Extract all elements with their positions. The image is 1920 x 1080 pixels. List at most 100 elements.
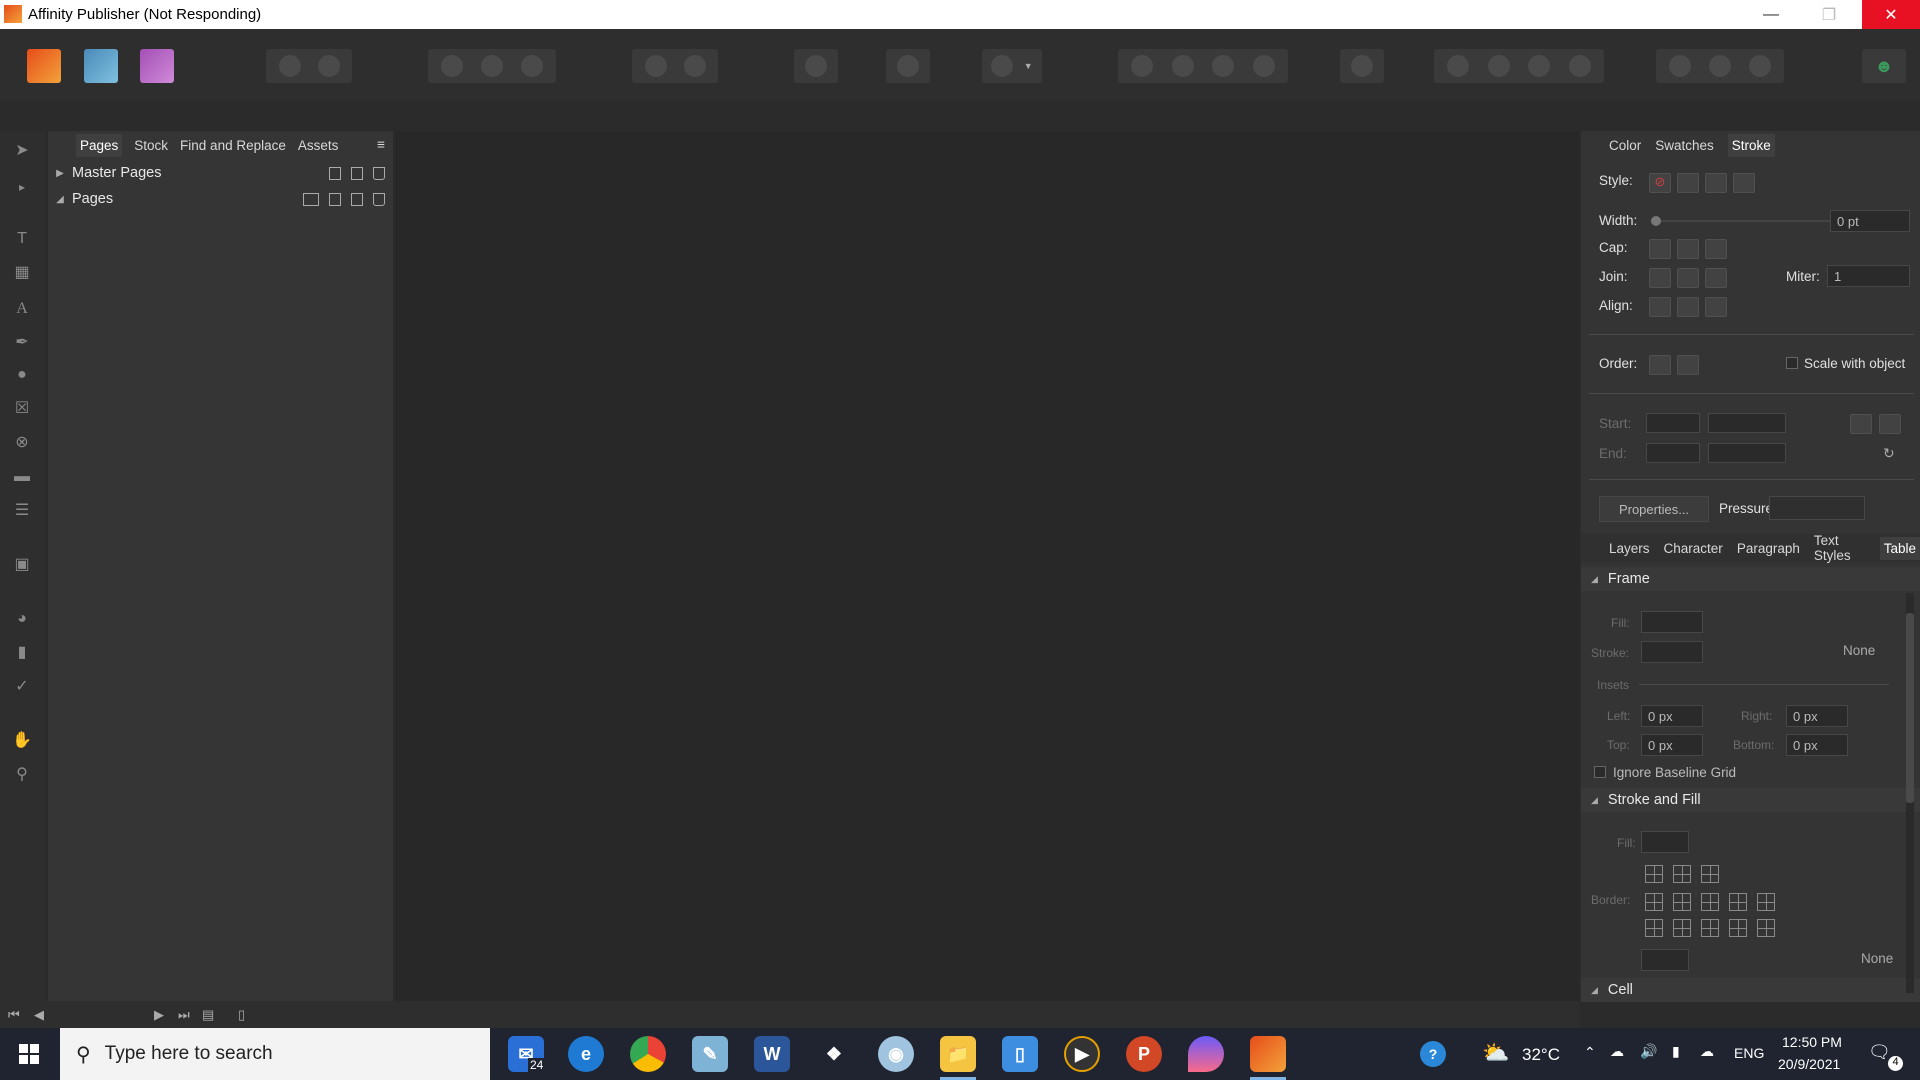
butt-cap-icon[interactable] bbox=[1649, 239, 1671, 259]
pages-row[interactable]: ◢ Pages bbox=[48, 187, 393, 211]
tab-swatches[interactable]: Swatches bbox=[1655, 138, 1714, 153]
move-forward-icon[interactable] bbox=[1212, 55, 1235, 77]
document-app-icon[interactable]: ▯ bbox=[1002, 1036, 1038, 1072]
border-none-icon[interactable] bbox=[1757, 919, 1775, 937]
frame-text-tool-icon[interactable]: T bbox=[11, 228, 33, 250]
paint-app-icon[interactable]: ◉ bbox=[878, 1036, 914, 1072]
rotate-right-icon[interactable] bbox=[1568, 55, 1591, 77]
border-top-icon[interactable] bbox=[1701, 893, 1719, 911]
toolbar-group-1[interactable] bbox=[266, 49, 352, 83]
properties-button[interactable]: Properties... bbox=[1599, 496, 1709, 522]
toolbar-group-3[interactable] bbox=[632, 49, 718, 83]
miter-join-icon[interactable] bbox=[1649, 268, 1671, 288]
tab-color[interactable]: Color bbox=[1609, 138, 1641, 153]
cloud-icon[interactable]: ☁ bbox=[1610, 1043, 1624, 1060]
width-field[interactable]: 0 pt bbox=[1830, 210, 1910, 232]
page-list-icon[interactable]: ▤ bbox=[202, 1007, 214, 1023]
tab-assets[interactable]: Assets bbox=[298, 138, 339, 153]
spread-icon[interactable] bbox=[317, 55, 340, 77]
tab-text-styles[interactable]: Text Styles bbox=[1814, 533, 1866, 563]
toolbar-group-5[interactable] bbox=[886, 49, 930, 83]
next-page-icon[interactable]: ▶ bbox=[154, 1007, 164, 1023]
toolbar-group-align[interactable] bbox=[1340, 49, 1384, 83]
ellipse-frame-tool-icon[interactable]: ⊗ bbox=[11, 432, 33, 454]
left-inset-field[interactable]: 0 px bbox=[1641, 705, 1703, 727]
right-inset-field[interactable]: 0 px bbox=[1786, 705, 1848, 727]
bottom-inset-field[interactable]: 0 px bbox=[1786, 734, 1848, 756]
photo-persona-icon[interactable] bbox=[140, 49, 174, 83]
tab-pages[interactable]: Pages bbox=[76, 133, 123, 157]
align-icon[interactable] bbox=[1351, 55, 1373, 77]
border-all-icon[interactable] bbox=[1701, 865, 1719, 883]
battery-icon[interactable]: ▮ bbox=[1672, 1043, 1680, 1060]
intersect-icon[interactable] bbox=[1749, 55, 1771, 77]
text-flow-tool-icon[interactable]: ☰ bbox=[11, 500, 33, 522]
move-back-icon[interactable] bbox=[1131, 55, 1154, 77]
frame-fill-swatch[interactable] bbox=[1641, 611, 1703, 633]
page-options-icon[interactable] bbox=[303, 192, 319, 206]
texture-line-icon[interactable] bbox=[1733, 173, 1755, 193]
align-center-icon[interactable] bbox=[1649, 297, 1671, 317]
artistic-text-tool-icon[interactable]: A bbox=[11, 298, 33, 320]
border-cross-icon[interactable] bbox=[1673, 919, 1691, 937]
tab-table[interactable]: Table bbox=[1879, 536, 1920, 560]
toolbar-group-transform[interactable] bbox=[1434, 49, 1604, 83]
pen-tool-icon[interactable]: ✒ bbox=[11, 332, 33, 354]
zoom-tool-icon[interactable]: ⚲ bbox=[11, 764, 33, 786]
insert-page-icon[interactable] bbox=[329, 192, 341, 206]
expand-arrow-icon[interactable]: ▶ bbox=[48, 168, 72, 179]
preview-icon[interactable] bbox=[481, 55, 503, 77]
panel-menu-icon[interactable]: ≡ bbox=[377, 137, 385, 152]
stroke-and-fill-section-header[interactable]: ◢ Stroke and Fill bbox=[1581, 788, 1920, 812]
align-inside-icon[interactable] bbox=[1677, 297, 1699, 317]
subtract-icon[interactable] bbox=[1709, 55, 1731, 77]
language-indicator[interactable]: ENG bbox=[1734, 1045, 1764, 1061]
chrome-browser-icon[interactable] bbox=[630, 1036, 666, 1072]
cell-section-header[interactable]: ◢ Cell bbox=[1581, 978, 1920, 1002]
toolbar-group-arrange[interactable] bbox=[1118, 49, 1288, 83]
sf-fill-swatch[interactable] bbox=[1641, 831, 1689, 853]
color-picker-tool-icon[interactable]: ✓ bbox=[11, 676, 33, 698]
tab-layers[interactable]: Layers bbox=[1609, 541, 1650, 556]
media-app-icon[interactable]: ▶ bbox=[1064, 1036, 1100, 1072]
move-tool-icon[interactable]: ➤ bbox=[11, 140, 33, 162]
border-h-inner-icon[interactable] bbox=[1701, 919, 1719, 937]
delete-page-icon[interactable] bbox=[373, 192, 385, 206]
transparency-tool-icon[interactable]: ▮ bbox=[11, 642, 33, 664]
scale-with-object-checkbox[interactable] bbox=[1786, 357, 1798, 369]
width-slider-track[interactable] bbox=[1661, 220, 1831, 222]
start-arrowhead-select[interactable] bbox=[1646, 413, 1700, 433]
clock-time[interactable]: 12:50 PM bbox=[1782, 1034, 1842, 1050]
fill-tool-icon[interactable]: ◕ bbox=[11, 608, 33, 630]
chevron-up-icon[interactable]: ⌃ bbox=[1584, 1044, 1596, 1061]
border-left-icon[interactable] bbox=[1645, 893, 1663, 911]
powerpoint-app-icon[interactable]: P bbox=[1126, 1036, 1162, 1072]
collapse-arrow-icon[interactable]: ◢ bbox=[48, 194, 72, 205]
toolbar-group-boolean[interactable] bbox=[1656, 49, 1784, 83]
tab-stroke[interactable]: Stroke bbox=[1727, 133, 1775, 157]
border-vertical-icon[interactable] bbox=[1645, 919, 1663, 937]
master-pages-row[interactable]: ▶ Master Pages bbox=[48, 161, 393, 185]
place-image-tool-icon[interactable]: ▬ bbox=[11, 466, 33, 488]
solid-line-icon[interactable] bbox=[1677, 173, 1699, 193]
crop-tool-icon[interactable]: ▣ bbox=[11, 554, 33, 576]
move-backward-icon[interactable] bbox=[1171, 55, 1194, 77]
frame-stroke-swatch[interactable] bbox=[1641, 641, 1703, 663]
minimize-button[interactable]: — bbox=[1742, 0, 1800, 29]
arrow-right-icon[interactable] bbox=[1879, 414, 1901, 434]
duplicate-page-icon[interactable] bbox=[351, 192, 363, 206]
pin-icon[interactable] bbox=[644, 55, 667, 77]
close-button[interactable]: ✕ bbox=[1862, 0, 1920, 29]
table-tool-icon[interactable]: ▦ bbox=[11, 262, 33, 284]
help-icon[interactable]: ? bbox=[1420, 1041, 1446, 1067]
volume-icon[interactable]: 🔊 bbox=[1640, 1043, 1657, 1060]
tab-paragraph[interactable]: Paragraph bbox=[1737, 541, 1800, 556]
align-outside-icon[interactable] bbox=[1705, 297, 1727, 317]
word-app-icon[interactable]: W bbox=[754, 1036, 790, 1072]
weather-icon[interactable]: ⛅ bbox=[1482, 1040, 1509, 1066]
view-mode-icon[interactable] bbox=[441, 55, 463, 77]
onedrive-icon[interactable]: ☁ bbox=[1700, 1043, 1714, 1060]
affinity-publisher-taskbar-icon[interactable] bbox=[1250, 1036, 1286, 1072]
page-settings-icon[interactable]: ▯ bbox=[238, 1007, 245, 1023]
preflight-icon[interactable] bbox=[278, 55, 301, 77]
